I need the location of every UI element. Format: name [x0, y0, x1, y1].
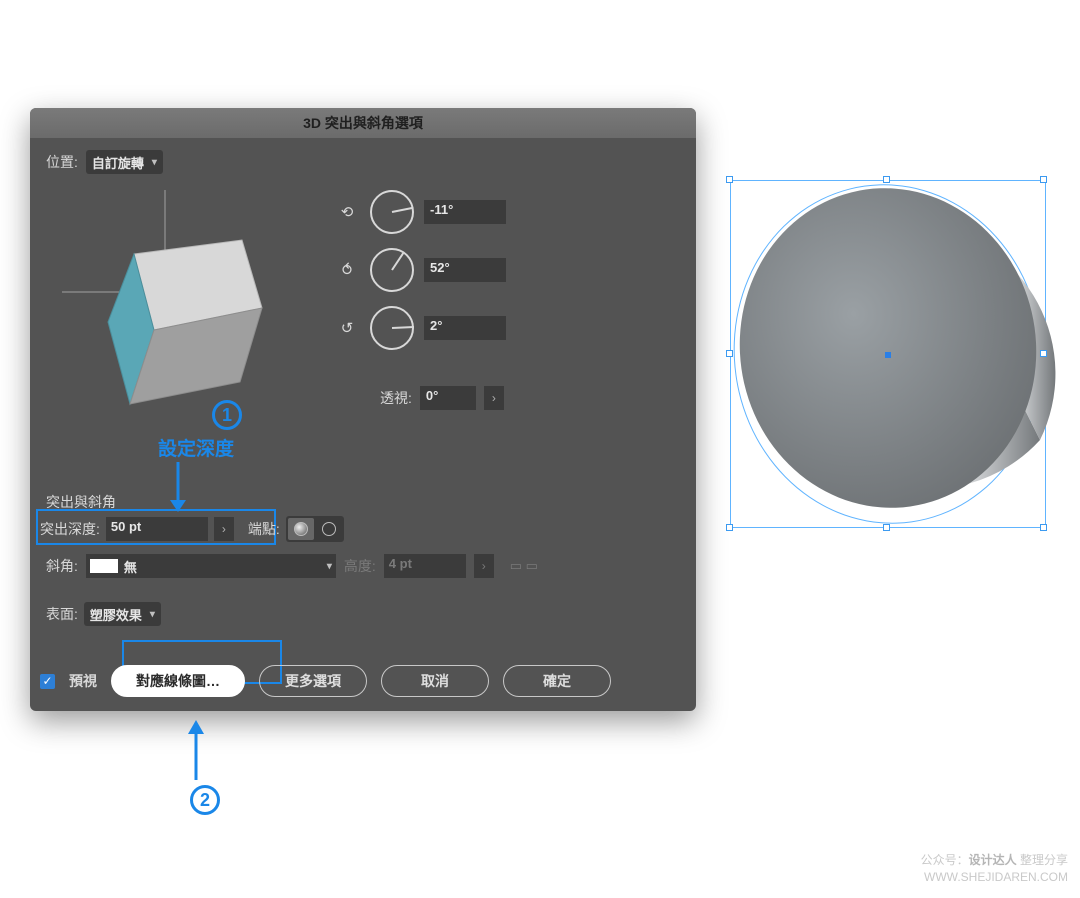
handle-mid-right[interactable] [1040, 350, 1047, 357]
cube-preview[interactable] [50, 182, 280, 422]
extrude-depth-label: 突出深度: [40, 519, 100, 539]
map-art-button[interactable]: 對應線條圖… [111, 665, 245, 697]
bevel-value: 無 [124, 557, 137, 576]
position-label: 位置: [46, 152, 78, 172]
rotation-y-input[interactable]: 52° [424, 258, 506, 282]
bevel-row: 斜角: 無 ▾ 高度: 4 pt › ▭ ▭ [46, 554, 666, 578]
bevel-label: 斜角: [46, 556, 78, 576]
handle-bot-right[interactable] [1040, 524, 1047, 531]
cap-label: 端點: [248, 519, 280, 539]
chevron-down-icon: ▾ [152, 157, 157, 168]
surface-row: 表面: 塑膠效果 ▾ [46, 602, 161, 626]
rotate-x-icon: ⟲ [334, 203, 360, 221]
preview-label: 預視 [69, 671, 97, 691]
perspective-label: 透視: [380, 388, 412, 408]
axis-y-row: ⥀ 52° [334, 248, 614, 292]
cap-on-button[interactable] [288, 518, 314, 540]
handle-bot-left[interactable] [726, 524, 733, 531]
handle-top-left[interactable] [726, 176, 733, 183]
handle-mid-left[interactable] [726, 350, 733, 357]
annotation-arrow-1 [158, 460, 198, 514]
handle-bot-mid[interactable] [883, 524, 890, 531]
selection-center-point[interactable] [885, 352, 891, 358]
bevel-swatch-icon [90, 559, 118, 573]
dial-y[interactable] [370, 248, 414, 292]
wm-name: 设计达人 [969, 853, 1017, 867]
wm-suffix: 整理分享 [1017, 853, 1068, 867]
bevel-height-input: 4 pt [384, 554, 466, 578]
position-value: 自訂旋轉 [92, 153, 144, 172]
rotation-z-input[interactable]: 2° [424, 316, 506, 340]
annotation-step1-badge: 1 [212, 400, 242, 430]
bevel-dir-icons: ▭ ▭ [510, 558, 538, 574]
dial-z[interactable] [370, 306, 414, 350]
surface-label: 表面: [46, 604, 78, 624]
watermark: 公众号：设计达人 整理分享 WWW.SHEJIDAREN.COM [921, 852, 1068, 886]
handle-top-mid[interactable] [883, 176, 890, 183]
dialog-button-row: ✓ 預視 對應線條圖… 更多選項 取消 確定 [40, 665, 686, 697]
cap-switch [286, 516, 344, 542]
extrude-row: 突出深度: 50 pt › 端點: [40, 516, 344, 542]
dialog-title: 3D 突出與斜角選項 [30, 108, 696, 138]
ok-button[interactable]: 確定 [503, 665, 611, 697]
chevron-down-icon: ▾ [150, 609, 155, 620]
cancel-button[interactable]: 取消 [381, 665, 489, 697]
axis-x-row: ⟲ -11° [334, 190, 614, 234]
extrude-depth-stepper[interactable]: › [214, 517, 234, 541]
position-select[interactable]: 自訂旋轉 ▾ [86, 150, 163, 174]
bevel-height-label: 高度: [344, 556, 376, 576]
bevel-select[interactable]: 無 ▾ [86, 554, 336, 578]
axis-controls: ⟲ -11° ⥀ 52° ↺ [334, 190, 614, 364]
more-options-button[interactable]: 更多選項 [259, 665, 367, 697]
canvas-preview [720, 170, 1060, 540]
chevron-down-icon: ▾ [327, 561, 332, 572]
rotation-x-input[interactable]: -11° [424, 200, 506, 224]
rotate-y-icon: ⥀ [334, 261, 360, 279]
extrude-depth-input[interactable]: 50 pt [106, 517, 208, 541]
wm-prefix: 公众号： [921, 853, 969, 867]
dialog-body: 位置: 自訂旋轉 ▾ ⟲ [30, 138, 696, 442]
perspective-input[interactable]: 0° [420, 386, 476, 410]
axis-z-row: ↺ 2° [334, 306, 614, 350]
handle-top-right[interactable] [1040, 176, 1047, 183]
cap-solid-icon [294, 522, 308, 536]
rotation-area: ⟲ -11° ⥀ 52° ↺ [46, 182, 680, 442]
rotate-z-icon: ↺ [334, 319, 360, 337]
annotation-step2-badge: 2 [190, 785, 220, 815]
dialog-3d-extrude: 3D 突出與斜角選項 位置: 自訂旋轉 ▾ [30, 108, 696, 711]
surface-select[interactable]: 塑膠效果 ▾ [84, 602, 161, 626]
position-row: 位置: 自訂旋轉 ▾ [46, 150, 680, 174]
surface-value: 塑膠效果 [90, 605, 142, 624]
annotation-arrow-2 [176, 718, 216, 782]
annotation-step1-text: 設定深度 [158, 434, 234, 461]
wm-url: WWW.SHEJIDAREN.COM [921, 869, 1068, 886]
dial-x[interactable] [370, 190, 414, 234]
perspective-stepper[interactable]: › [484, 386, 504, 410]
preview-checkbox[interactable]: ✓ [40, 674, 55, 689]
cap-off-button[interactable] [316, 518, 342, 540]
perspective-row: 透視: 0° › [380, 386, 504, 410]
cap-hollow-icon [322, 522, 336, 536]
bevel-height-stepper: › [474, 554, 494, 578]
